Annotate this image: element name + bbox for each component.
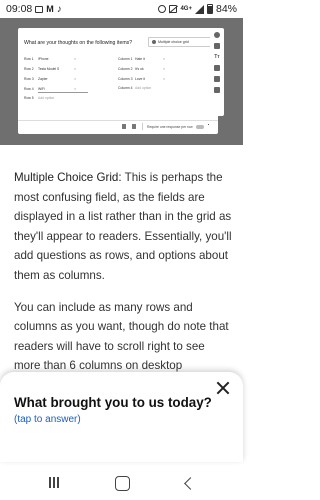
paragraph-text: This is perhaps the most confusing field… <box>14 171 232 282</box>
network-type: 4G+ <box>180 6 192 12</box>
column-label: Column 3 <box>118 76 133 81</box>
close-icon: × <box>163 76 166 81</box>
row-item: Row 3 Zapier × <box>24 76 76 81</box>
status-left: 09:08 M ♪ <box>6 3 62 15</box>
row-label: Row 5 <box>24 96 34 100</box>
add-row-option: Add option <box>38 96 55 100</box>
row-item: Row 5 Add option <box>24 96 54 100</box>
require-response-label: Require one response per row <box>147 125 193 129</box>
column-label: Column 2 <box>118 66 133 71</box>
close-icon: × <box>163 66 166 71</box>
status-right: 4G+ 84% <box>158 3 237 15</box>
close-icon: × <box>163 56 166 61</box>
status-time: 09:08 <box>6 3 33 15</box>
question-type-label: Multiple choice grid <box>158 40 189 44</box>
back-icon[interactable] <box>184 476 198 490</box>
m-icon: M <box>46 4 54 14</box>
article-paragraph: Multiple Choice Grid: This is perhaps th… <box>14 168 232 286</box>
row-label: Row 2 <box>24 66 34 71</box>
more-vert-icon <box>208 124 210 130</box>
field-name: Multiple Choice Grid: <box>14 171 122 184</box>
feedback-sheet: What brought you to us today? (tap to an… <box>0 372 243 462</box>
required-toggle-icon <box>196 125 204 129</box>
photo-icon <box>35 5 44 13</box>
status-bar: 09:08 M ♪ 4G+ 84% <box>0 0 243 18</box>
row-value: WiFi <box>38 86 45 91</box>
form-side-toolbar: Tт <box>210 28 224 116</box>
row-value: Tesla Model S <box>38 66 60 71</box>
form-question-card: What are your thoughts on the following … <box>18 28 218 134</box>
column-label: Column 1 <box>118 56 133 61</box>
copy-icon <box>122 124 126 129</box>
add-question-icon <box>214 32 220 38</box>
title-icon: Tт <box>214 54 220 60</box>
trash-icon <box>132 124 136 129</box>
add-column-option: Add option <box>135 86 152 90</box>
active-row-underline <box>38 92 88 93</box>
question-type-dropdown: Multiple choice grid <box>148 37 212 47</box>
mute-icon <box>169 5 178 13</box>
column-item: Column 1 Hate it × <box>118 56 165 61</box>
row-label: Row 3 <box>24 76 34 81</box>
section-icon <box>214 87 220 93</box>
battery-percent: 84% <box>215 3 237 15</box>
close-icon: × <box>74 56 77 61</box>
import-icon <box>214 43 220 49</box>
signal-icon <box>194 4 204 14</box>
row-value: Zapier <box>38 76 48 81</box>
feedback-question[interactable]: What brought you to us today? <box>14 395 212 410</box>
row-label: Row 1 <box>24 56 34 61</box>
footer-actions <box>122 124 136 129</box>
grid-type-icon <box>152 40 156 44</box>
form-footer-divider <box>18 120 218 121</box>
row-item: Row 4 WiFi × <box>24 86 76 91</box>
close-icon: × <box>74 86 77 91</box>
column-value: It's ok <box>135 66 144 71</box>
music-note-icon: ♪ <box>56 3 62 15</box>
tap-to-answer-link[interactable]: (tap to answer) <box>14 414 81 425</box>
column-item: Column 3 Love it × <box>118 76 165 81</box>
close-icon[interactable] <box>216 381 230 395</box>
column-label: Column 4 <box>118 86 133 90</box>
video-icon <box>214 76 220 82</box>
battery-icon <box>206 4 213 14</box>
column-value: Hate it <box>135 56 145 61</box>
footer-separator <box>142 123 143 130</box>
close-icon: × <box>74 66 77 71</box>
image-icon <box>214 65 220 71</box>
recent-apps-icon[interactable] <box>48 477 60 489</box>
home-icon[interactable] <box>115 475 131 491</box>
navigation-bar <box>0 466 243 500</box>
form-question-title: What are your thoughts on the following … <box>24 40 133 46</box>
row-value: iPhone <box>38 56 49 61</box>
close-icon: × <box>74 76 77 81</box>
column-item: Column 4 Add option <box>118 86 151 90</box>
column-item: Column 2 It's ok × <box>118 66 165 71</box>
alarm-icon <box>158 5 167 13</box>
column-value: Love it <box>135 76 145 81</box>
article-screenshot: What are your thoughts on the following … <box>0 18 243 145</box>
row-label: Row 4 <box>24 86 34 91</box>
row-item: Row 1 iPhone × <box>24 56 76 61</box>
row-item: Row 2 Tesla Model S × <box>24 66 76 71</box>
